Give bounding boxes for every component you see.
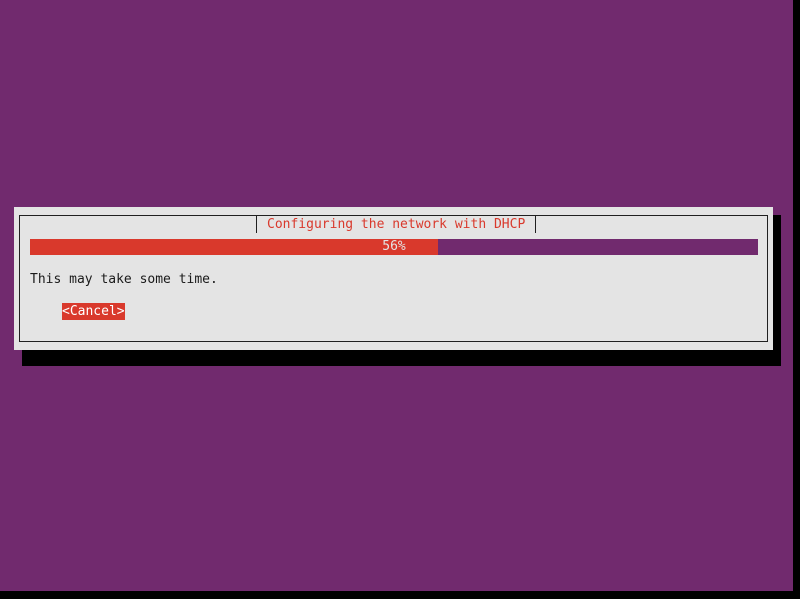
cancel-button[interactable]: <Cancel> xyxy=(62,303,125,320)
dhcp-dialog: Configuring the network with DHCP 56% Th… xyxy=(14,207,773,350)
dialog-title: Configuring the network with DHCP xyxy=(256,216,537,233)
dialog-shadow-side xyxy=(773,215,781,366)
progress-bar: 56% xyxy=(30,239,758,255)
dialog-shadow xyxy=(22,350,781,366)
progress-percent-label: 56% xyxy=(382,239,406,254)
status-message: This may take some time. xyxy=(30,272,218,287)
